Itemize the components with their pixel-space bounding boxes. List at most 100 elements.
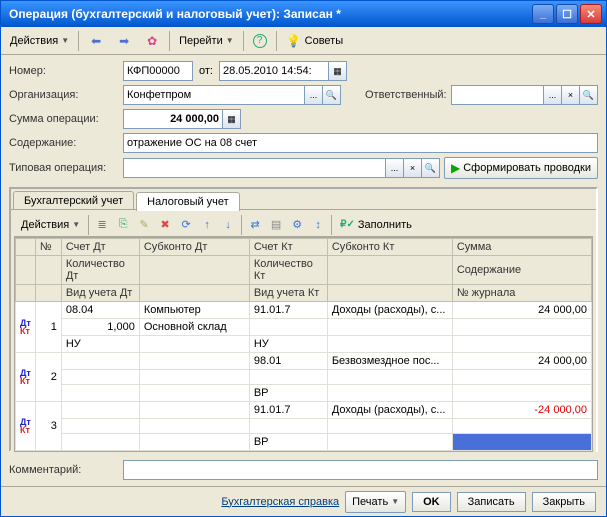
typeop-select-button[interactable]: ... [386, 158, 404, 178]
typeop-input[interactable] [123, 158, 386, 178]
table-row[interactable]: НУ НУ [16, 336, 592, 353]
tab-tax[interactable]: Налоговый учет [136, 192, 240, 211]
table-row[interactable] [16, 419, 592, 434]
cell-sub-kt[interactable]: Доходы (расходы), с... [327, 402, 452, 419]
table-row[interactable]: ДтКт391.01.7Доходы (расходы), с...-24 00… [16, 402, 592, 419]
cell-sub-dt[interactable] [139, 353, 249, 370]
grid-actions-menu[interactable]: Действия ▼ [16, 214, 85, 236]
col-mark[interactable] [16, 239, 36, 256]
cell-sub-dt2[interactable]: Основной склад [139, 319, 249, 336]
cell-acc-dt[interactable] [61, 402, 139, 419]
org-select-button[interactable]: ... [305, 85, 323, 105]
col-qty-dt[interactable]: Количество Дт [61, 256, 139, 285]
cell-acc-dt[interactable] [61, 353, 139, 370]
resp-input[interactable] [451, 85, 544, 105]
cell-sub-dt2[interactable] [139, 419, 249, 434]
col-sum[interactable]: Сумма [452, 239, 591, 256]
tips-button[interactable]: 💡 Советы [281, 30, 348, 52]
col-sub-dt[interactable]: Субконто Дт [139, 239, 249, 256]
cell-sub-dt[interactable] [139, 402, 249, 419]
goto-menu[interactable]: Перейти ▼ [174, 30, 239, 52]
cell-blank[interactable] [327, 336, 452, 353]
help-button[interactable]: ? [248, 30, 272, 52]
minimize-button[interactable]: _ [532, 4, 554, 24]
number-input[interactable] [123, 61, 193, 81]
filter-button[interactable]: ⚙ [287, 215, 307, 235]
cell-vid-dt[interactable] [61, 385, 139, 402]
cell-sub-kt[interactable]: Доходы (расходы), с... [327, 302, 452, 319]
add-row-button[interactable]: ≣ [92, 215, 112, 235]
resp-search-button[interactable]: 🔍 [580, 85, 598, 105]
col-qty-kt[interactable]: Количество Кт [249, 256, 327, 285]
col-vid-kt[interactable]: Вид учета Кт [249, 285, 327, 302]
report-link[interactable]: Бухгалтерская справка [221, 496, 339, 508]
table-row[interactable]: ВР [16, 385, 592, 402]
cell-blank[interactable] [327, 434, 452, 451]
typeop-clear-button[interactable]: × [404, 158, 422, 178]
copy-row-button[interactable]: ⎘ [113, 215, 133, 235]
swap-button[interactable]: ⇄ [245, 215, 265, 235]
cell-vid-kt[interactable]: ВР [249, 385, 327, 402]
date-input[interactable] [219, 61, 329, 81]
maximize-button[interactable]: ☐ [556, 4, 578, 24]
edit-row-button[interactable]: ✎ [134, 215, 154, 235]
org-input[interactable] [123, 85, 305, 105]
ok-button[interactable]: OK [412, 492, 451, 512]
resp-select-button[interactable]: ... [544, 85, 562, 105]
cell-sub-dt[interactable]: Компьютер [139, 302, 249, 319]
table-row[interactable] [16, 370, 592, 385]
cell-sub-kt[interactable]: Безвозмездное пос... [327, 353, 452, 370]
cell-blank[interactable] [139, 434, 249, 451]
cell-sum[interactable]: 24 000,00 [452, 353, 591, 370]
col-vid-dt[interactable]: Вид учета Дт [61, 285, 139, 302]
save-button[interactable]: Записать [457, 492, 526, 512]
cell-qty-dt[interactable] [61, 370, 139, 385]
prev-button[interactable]: ⬅ [83, 30, 109, 52]
org-search-button[interactable]: 🔍 [323, 85, 341, 105]
fill-button[interactable]: ₽✓ Заполнить [335, 214, 417, 236]
cell-qty-kt[interactable] [249, 319, 327, 336]
move-down-button[interactable]: ↓ [218, 215, 238, 235]
table-row[interactable]: 1,000Основной склад [16, 319, 592, 336]
cell-content[interactable] [452, 319, 591, 336]
cell-jrn[interactable] [452, 434, 591, 451]
entries-grid[interactable]: № Счет Дт Субконто Дт Счет Кт Субконто К… [15, 238, 592, 451]
settings-button[interactable]: ✿ [139, 30, 165, 52]
delete-row-button[interactable]: ✖ [155, 215, 175, 235]
sort-button[interactable]: ↕ [308, 215, 328, 235]
cell-sum[interactable]: 24 000,00 [452, 302, 591, 319]
col-content[interactable]: Содержание [452, 256, 591, 285]
cell-sub-kt2[interactable] [327, 319, 452, 336]
cell-sub-kt2[interactable] [327, 370, 452, 385]
col-acc-kt[interactable]: Счет Кт [249, 239, 327, 256]
close-form-button[interactable]: Закрыть [532, 492, 596, 512]
actions-menu[interactable]: Действия ▼ [5, 30, 74, 52]
resp-clear-button[interactable]: × [562, 85, 580, 105]
col-acc-dt[interactable]: Счет Дт [61, 239, 139, 256]
cell-jrn[interactable] [452, 336, 591, 353]
cell-num[interactable]: 2 [35, 353, 61, 402]
cell-vid-kt[interactable]: НУ [249, 336, 327, 353]
cell-sub-dt2[interactable] [139, 370, 249, 385]
cell-vid-dt[interactable]: НУ [61, 336, 139, 353]
cell-acc-kt[interactable]: 91.01.7 [249, 402, 327, 419]
col-num[interactable]: № [35, 239, 61, 256]
cell-acc-kt[interactable]: 91.01.7 [249, 302, 327, 319]
refresh-button[interactable]: ⟳ [176, 215, 196, 235]
table-row[interactable]: ДтКт298.01Безвозмездное пос...24 000,00 [16, 353, 592, 370]
cell-qty-dt[interactable] [61, 419, 139, 434]
cell-content[interactable] [452, 419, 591, 434]
content-input[interactable] [123, 133, 598, 153]
cell-qty-kt[interactable] [249, 419, 327, 434]
cell-sub-kt2[interactable] [327, 419, 452, 434]
cell-acc-dt[interactable]: 08.04 [61, 302, 139, 319]
comment-input[interactable] [123, 460, 598, 480]
cell-blank[interactable] [139, 385, 249, 402]
cell-acc-kt[interactable]: 98.01 [249, 353, 327, 370]
col-sub-kt[interactable]: Субконто Кт [327, 239, 452, 256]
col-jrn[interactable]: № журнала [452, 285, 591, 302]
cell-blank[interactable] [327, 385, 452, 402]
list-button[interactable]: ▤ [266, 215, 286, 235]
next-button[interactable]: ➡ [111, 30, 137, 52]
typeop-search-button[interactable]: 🔍 [422, 158, 440, 178]
